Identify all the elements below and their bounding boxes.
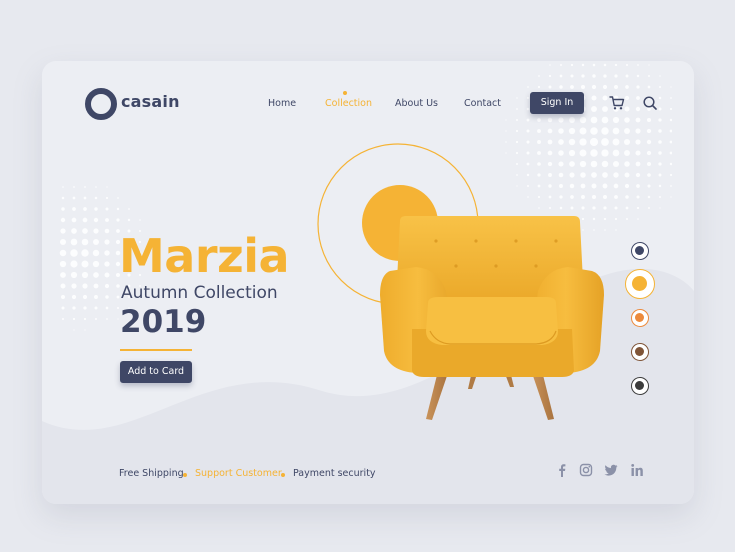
nav-about-us[interactable]: About Us (395, 98, 438, 109)
color-swatch-yellow[interactable] (625, 269, 655, 299)
nav-active-indicator (343, 91, 347, 95)
add-to-card-button[interactable]: Add to Card (120, 361, 192, 383)
feature-support-customer: Support Customer (195, 468, 282, 479)
page-card: casain Home Collection About Us Contact … (42, 61, 694, 504)
feature-separator-dot (281, 473, 285, 477)
color-swatch-navy[interactable] (631, 242, 649, 260)
color-swatch-orange[interactable] (631, 309, 649, 327)
nav-contact[interactable]: Contact (464, 98, 501, 109)
feature-separator-dot (183, 473, 187, 477)
product-year: 2019 (120, 304, 207, 340)
search-icon[interactable] (642, 95, 658, 111)
sign-in-button[interactable]: Sign In (530, 92, 584, 114)
facebook-icon[interactable] (555, 463, 569, 477)
cart-icon[interactable] (609, 95, 625, 111)
armchair-image (380, 216, 604, 420)
instagram-icon[interactable] (579, 463, 593, 477)
feature-payment-security: Payment security (293, 468, 376, 479)
year-underline (120, 349, 192, 351)
twitter-icon[interactable] (604, 463, 618, 477)
color-swatch-dark-gray[interactable] (631, 377, 649, 395)
nav-home[interactable]: Home (268, 98, 296, 109)
nav-collection[interactable]: Collection (325, 98, 372, 109)
color-swatch-brown[interactable] (631, 343, 649, 361)
linkedin-icon[interactable] (630, 463, 644, 477)
brand-name[interactable]: casain (121, 92, 180, 111)
product-subtitle: Autumn Collection (121, 283, 278, 303)
product-title: Marzia (119, 229, 290, 283)
brand-logo-icon[interactable] (85, 88, 117, 120)
feature-free-shipping: Free Shipping (119, 468, 184, 479)
